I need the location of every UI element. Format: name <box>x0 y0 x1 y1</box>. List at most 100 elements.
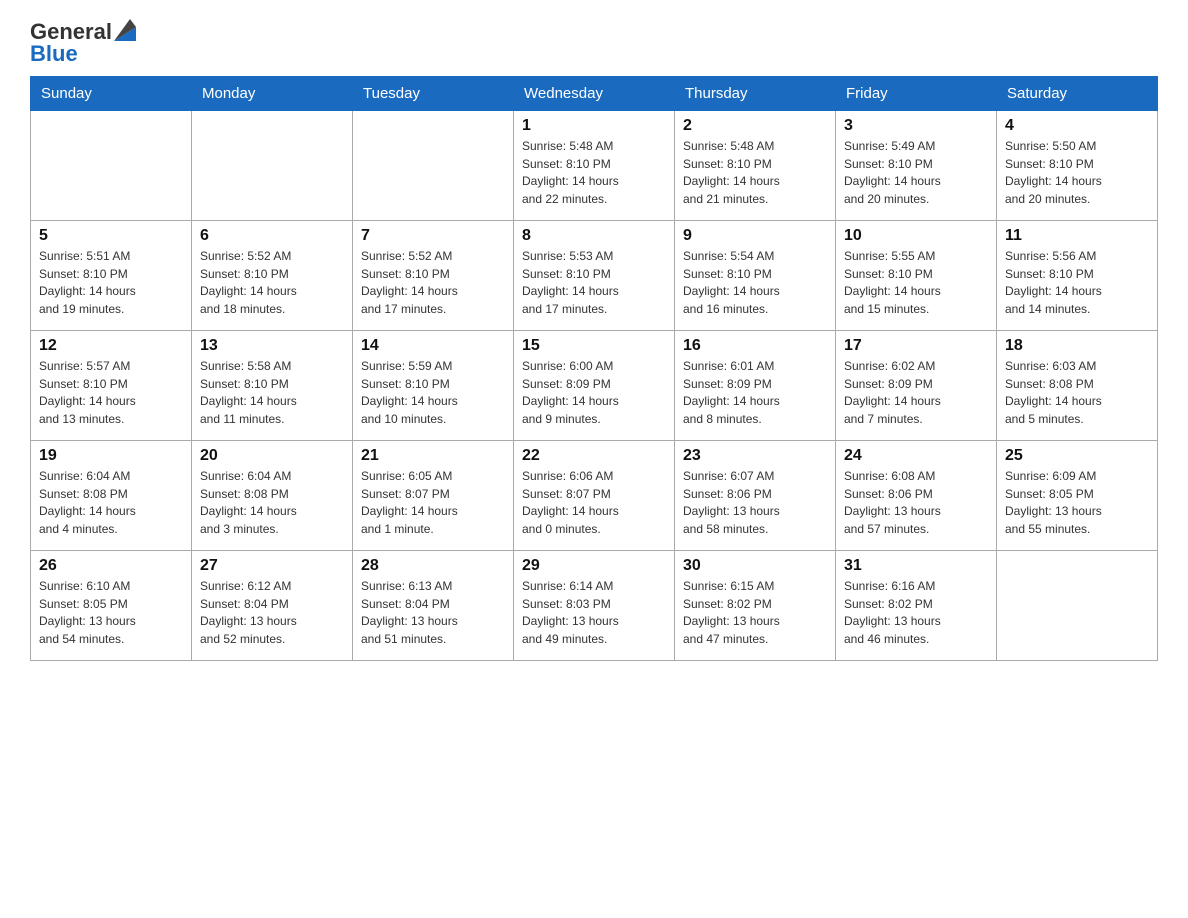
day-number: 29 <box>522 557 666 575</box>
day-number: 27 <box>200 557 344 575</box>
day-info: Sunrise: 6:12 AM Sunset: 8:04 PM Dayligh… <box>200 578 344 648</box>
day-info: Sunrise: 6:07 AM Sunset: 8:06 PM Dayligh… <box>683 468 827 538</box>
page-header: General Blue <box>30 20 1158 66</box>
header-tuesday: Tuesday <box>353 77 514 111</box>
calendar-cell: 20 Sunrise: 6:04 AM Sunset: 8:08 PM Dayli… <box>192 441 353 551</box>
calendar-table: SundayMondayTuesdayWednesdayThursdayFrid… <box>30 76 1158 661</box>
calendar-header: SundayMondayTuesdayWednesdayThursdayFrid… <box>31 77 1158 111</box>
calendar-cell: 16 Sunrise: 6:01 AM Sunset: 8:09 PM Dayli… <box>675 331 836 441</box>
calendar-cell: 29 Sunrise: 6:14 AM Sunset: 8:03 PM Dayli… <box>514 551 675 661</box>
header-thursday: Thursday <box>675 77 836 111</box>
calendar-cell: 24 Sunrise: 6:08 AM Sunset: 8:06 PM Dayli… <box>836 441 997 551</box>
day-info: Sunrise: 6:08 AM Sunset: 8:06 PM Dayligh… <box>844 468 988 538</box>
calendar-week-4: 26 Sunrise: 6:10 AM Sunset: 8:05 PM Dayli… <box>31 551 1158 661</box>
calendar-cell: 25Sunrise: 6:09 AM Sunset: 8:05 PM Dayli… <box>997 441 1158 551</box>
calendar-cell: 18Sunrise: 6:03 AM Sunset: 8:08 PM Dayli… <box>997 331 1158 441</box>
day-number: 15 <box>522 337 666 355</box>
day-number: 1 <box>522 117 666 135</box>
calendar-cell: 2 Sunrise: 5:48 AM Sunset: 8:10 PM Daylig… <box>675 111 836 221</box>
day-info: Sunrise: 6:15 AM Sunset: 8:02 PM Dayligh… <box>683 578 827 648</box>
logo: General Blue <box>30 20 136 66</box>
day-number: 5 <box>39 227 183 245</box>
calendar-cell: 4 Sunrise: 5:50 AM Sunset: 8:10 PM Daylig… <box>997 111 1158 221</box>
day-number: 8 <box>522 227 666 245</box>
calendar-cell: 13Sunrise: 5:58 AM Sunset: 8:10 PM Dayli… <box>192 331 353 441</box>
day-info: Sunrise: 5:48 AM Sunset: 8:10 PM Dayligh… <box>522 138 666 208</box>
day-number: 9 <box>683 227 827 245</box>
header-wednesday: Wednesday <box>514 77 675 111</box>
calendar-cell: 28Sunrise: 6:13 AM Sunset: 8:04 PM Dayli… <box>353 551 514 661</box>
day-number: 14 <box>361 337 505 355</box>
day-number: 20 <box>200 447 344 465</box>
calendar-cell <box>997 551 1158 661</box>
logo-triangle-icon <box>114 19 136 41</box>
day-info: Sunrise: 5:48 AM Sunset: 8:10 PM Dayligh… <box>683 138 827 208</box>
day-number: 17 <box>844 337 988 355</box>
day-number: 2 <box>683 117 827 135</box>
day-number: 7 <box>361 227 505 245</box>
day-number: 10 <box>844 227 988 245</box>
calendar-week-2: 12 Sunrise: 5:57 AM Sunset: 8:10 PM Dayli… <box>31 331 1158 441</box>
calendar-cell: 1 Sunrise: 5:48 AM Sunset: 8:10 PM Daylig… <box>514 111 675 221</box>
calendar-cell: 23 Sunrise: 6:07 AM Sunset: 8:06 PM Dayli… <box>675 441 836 551</box>
header-friday: Friday <box>836 77 997 111</box>
calendar-cell: 19 Sunrise: 6:04 AM Sunset: 8:08 PM Dayli… <box>31 441 192 551</box>
day-info: Sunrise: 6:13 AM Sunset: 8:04 PM Dayligh… <box>361 578 505 648</box>
calendar-cell: 10 Sunrise: 5:55 AM Sunset: 8:10 PM Dayli… <box>836 221 997 331</box>
calendar-cell: 26 Sunrise: 6:10 AM Sunset: 8:05 PM Dayli… <box>31 551 192 661</box>
calendar-cell: 22Sunrise: 6:06 AM Sunset: 8:07 PM Dayli… <box>514 441 675 551</box>
day-number: 3 <box>844 117 988 135</box>
calendar-cell: 15Sunrise: 6:00 AM Sunset: 8:09 PM Dayli… <box>514 331 675 441</box>
calendar-cell: 3Sunrise: 5:49 AM Sunset: 8:10 PM Daylig… <box>836 111 997 221</box>
day-number: 31 <box>844 557 988 575</box>
day-number: 16 <box>683 337 827 355</box>
calendar-cell: 5 Sunrise: 5:51 AM Sunset: 8:10 PM Daylig… <box>31 221 192 331</box>
day-info: Sunrise: 5:58 AM Sunset: 8:10 PM Dayligh… <box>200 358 344 428</box>
calendar-cell: 11 Sunrise: 5:56 AM Sunset: 8:10 PM Dayli… <box>997 221 1158 331</box>
day-info: Sunrise: 6:01 AM Sunset: 8:09 PM Dayligh… <box>683 358 827 428</box>
day-number: 22 <box>522 447 666 465</box>
calendar-cell: 7 Sunrise: 5:52 AM Sunset: 8:10 PM Daylig… <box>353 221 514 331</box>
calendar-week-3: 19 Sunrise: 6:04 AM Sunset: 8:08 PM Dayli… <box>31 441 1158 551</box>
day-info: Sunrise: 5:53 AM Sunset: 8:10 PM Dayligh… <box>522 248 666 318</box>
day-number: 23 <box>683 447 827 465</box>
day-info: Sunrise: 6:16 AM Sunset: 8:02 PM Dayligh… <box>844 578 988 648</box>
day-info: Sunrise: 6:10 AM Sunset: 8:05 PM Dayligh… <box>39 578 183 648</box>
day-info: Sunrise: 6:03 AM Sunset: 8:08 PM Dayligh… <box>1005 358 1149 428</box>
day-info: Sunrise: 5:52 AM Sunset: 8:10 PM Dayligh… <box>200 248 344 318</box>
day-number: 4 <box>1005 117 1149 135</box>
calendar-cell <box>353 111 514 221</box>
day-info: Sunrise: 5:50 AM Sunset: 8:10 PM Dayligh… <box>1005 138 1149 208</box>
calendar-cell: 12 Sunrise: 5:57 AM Sunset: 8:10 PM Dayli… <box>31 331 192 441</box>
day-number: 24 <box>844 447 988 465</box>
calendar-cell: 9 Sunrise: 5:54 AM Sunset: 8:10 PM Daylig… <box>675 221 836 331</box>
day-number: 25 <box>1005 447 1149 465</box>
day-number: 6 <box>200 227 344 245</box>
day-info: Sunrise: 6:02 AM Sunset: 8:09 PM Dayligh… <box>844 358 988 428</box>
day-info: Sunrise: 6:04 AM Sunset: 8:08 PM Dayligh… <box>39 468 183 538</box>
logo-blue-text: Blue <box>30 42 136 66</box>
day-info: Sunrise: 5:54 AM Sunset: 8:10 PM Dayligh… <box>683 248 827 318</box>
day-info: Sunrise: 6:14 AM Sunset: 8:03 PM Dayligh… <box>522 578 666 648</box>
day-info: Sunrise: 5:52 AM Sunset: 8:10 PM Dayligh… <box>361 248 505 318</box>
day-number: 26 <box>39 557 183 575</box>
day-info: Sunrise: 5:57 AM Sunset: 8:10 PM Dayligh… <box>39 358 183 428</box>
calendar-week-1: 5 Sunrise: 5:51 AM Sunset: 8:10 PM Daylig… <box>31 221 1158 331</box>
day-info: Sunrise: 5:55 AM Sunset: 8:10 PM Dayligh… <box>844 248 988 318</box>
calendar-header-row: SundayMondayTuesdayWednesdayThursdayFrid… <box>31 77 1158 111</box>
day-number: 30 <box>683 557 827 575</box>
calendar-cell: 8 Sunrise: 5:53 AM Sunset: 8:10 PM Daylig… <box>514 221 675 331</box>
day-info: Sunrise: 5:59 AM Sunset: 8:10 PM Dayligh… <box>361 358 505 428</box>
day-number: 12 <box>39 337 183 355</box>
calendar-cell: 6 Sunrise: 5:52 AM Sunset: 8:10 PM Daylig… <box>192 221 353 331</box>
day-number: 19 <box>39 447 183 465</box>
day-info: Sunrise: 6:04 AM Sunset: 8:08 PM Dayligh… <box>200 468 344 538</box>
header-saturday: Saturday <box>997 77 1158 111</box>
calendar-cell: 31 Sunrise: 6:16 AM Sunset: 8:02 PM Dayli… <box>836 551 997 661</box>
header-monday: Monday <box>192 77 353 111</box>
day-info: Sunrise: 5:56 AM Sunset: 8:10 PM Dayligh… <box>1005 248 1149 318</box>
day-info: Sunrise: 6:05 AM Sunset: 8:07 PM Dayligh… <box>361 468 505 538</box>
day-number: 11 <box>1005 227 1149 245</box>
calendar-cell: 30 Sunrise: 6:15 AM Sunset: 8:02 PM Dayli… <box>675 551 836 661</box>
day-info: Sunrise: 5:51 AM Sunset: 8:10 PM Dayligh… <box>39 248 183 318</box>
